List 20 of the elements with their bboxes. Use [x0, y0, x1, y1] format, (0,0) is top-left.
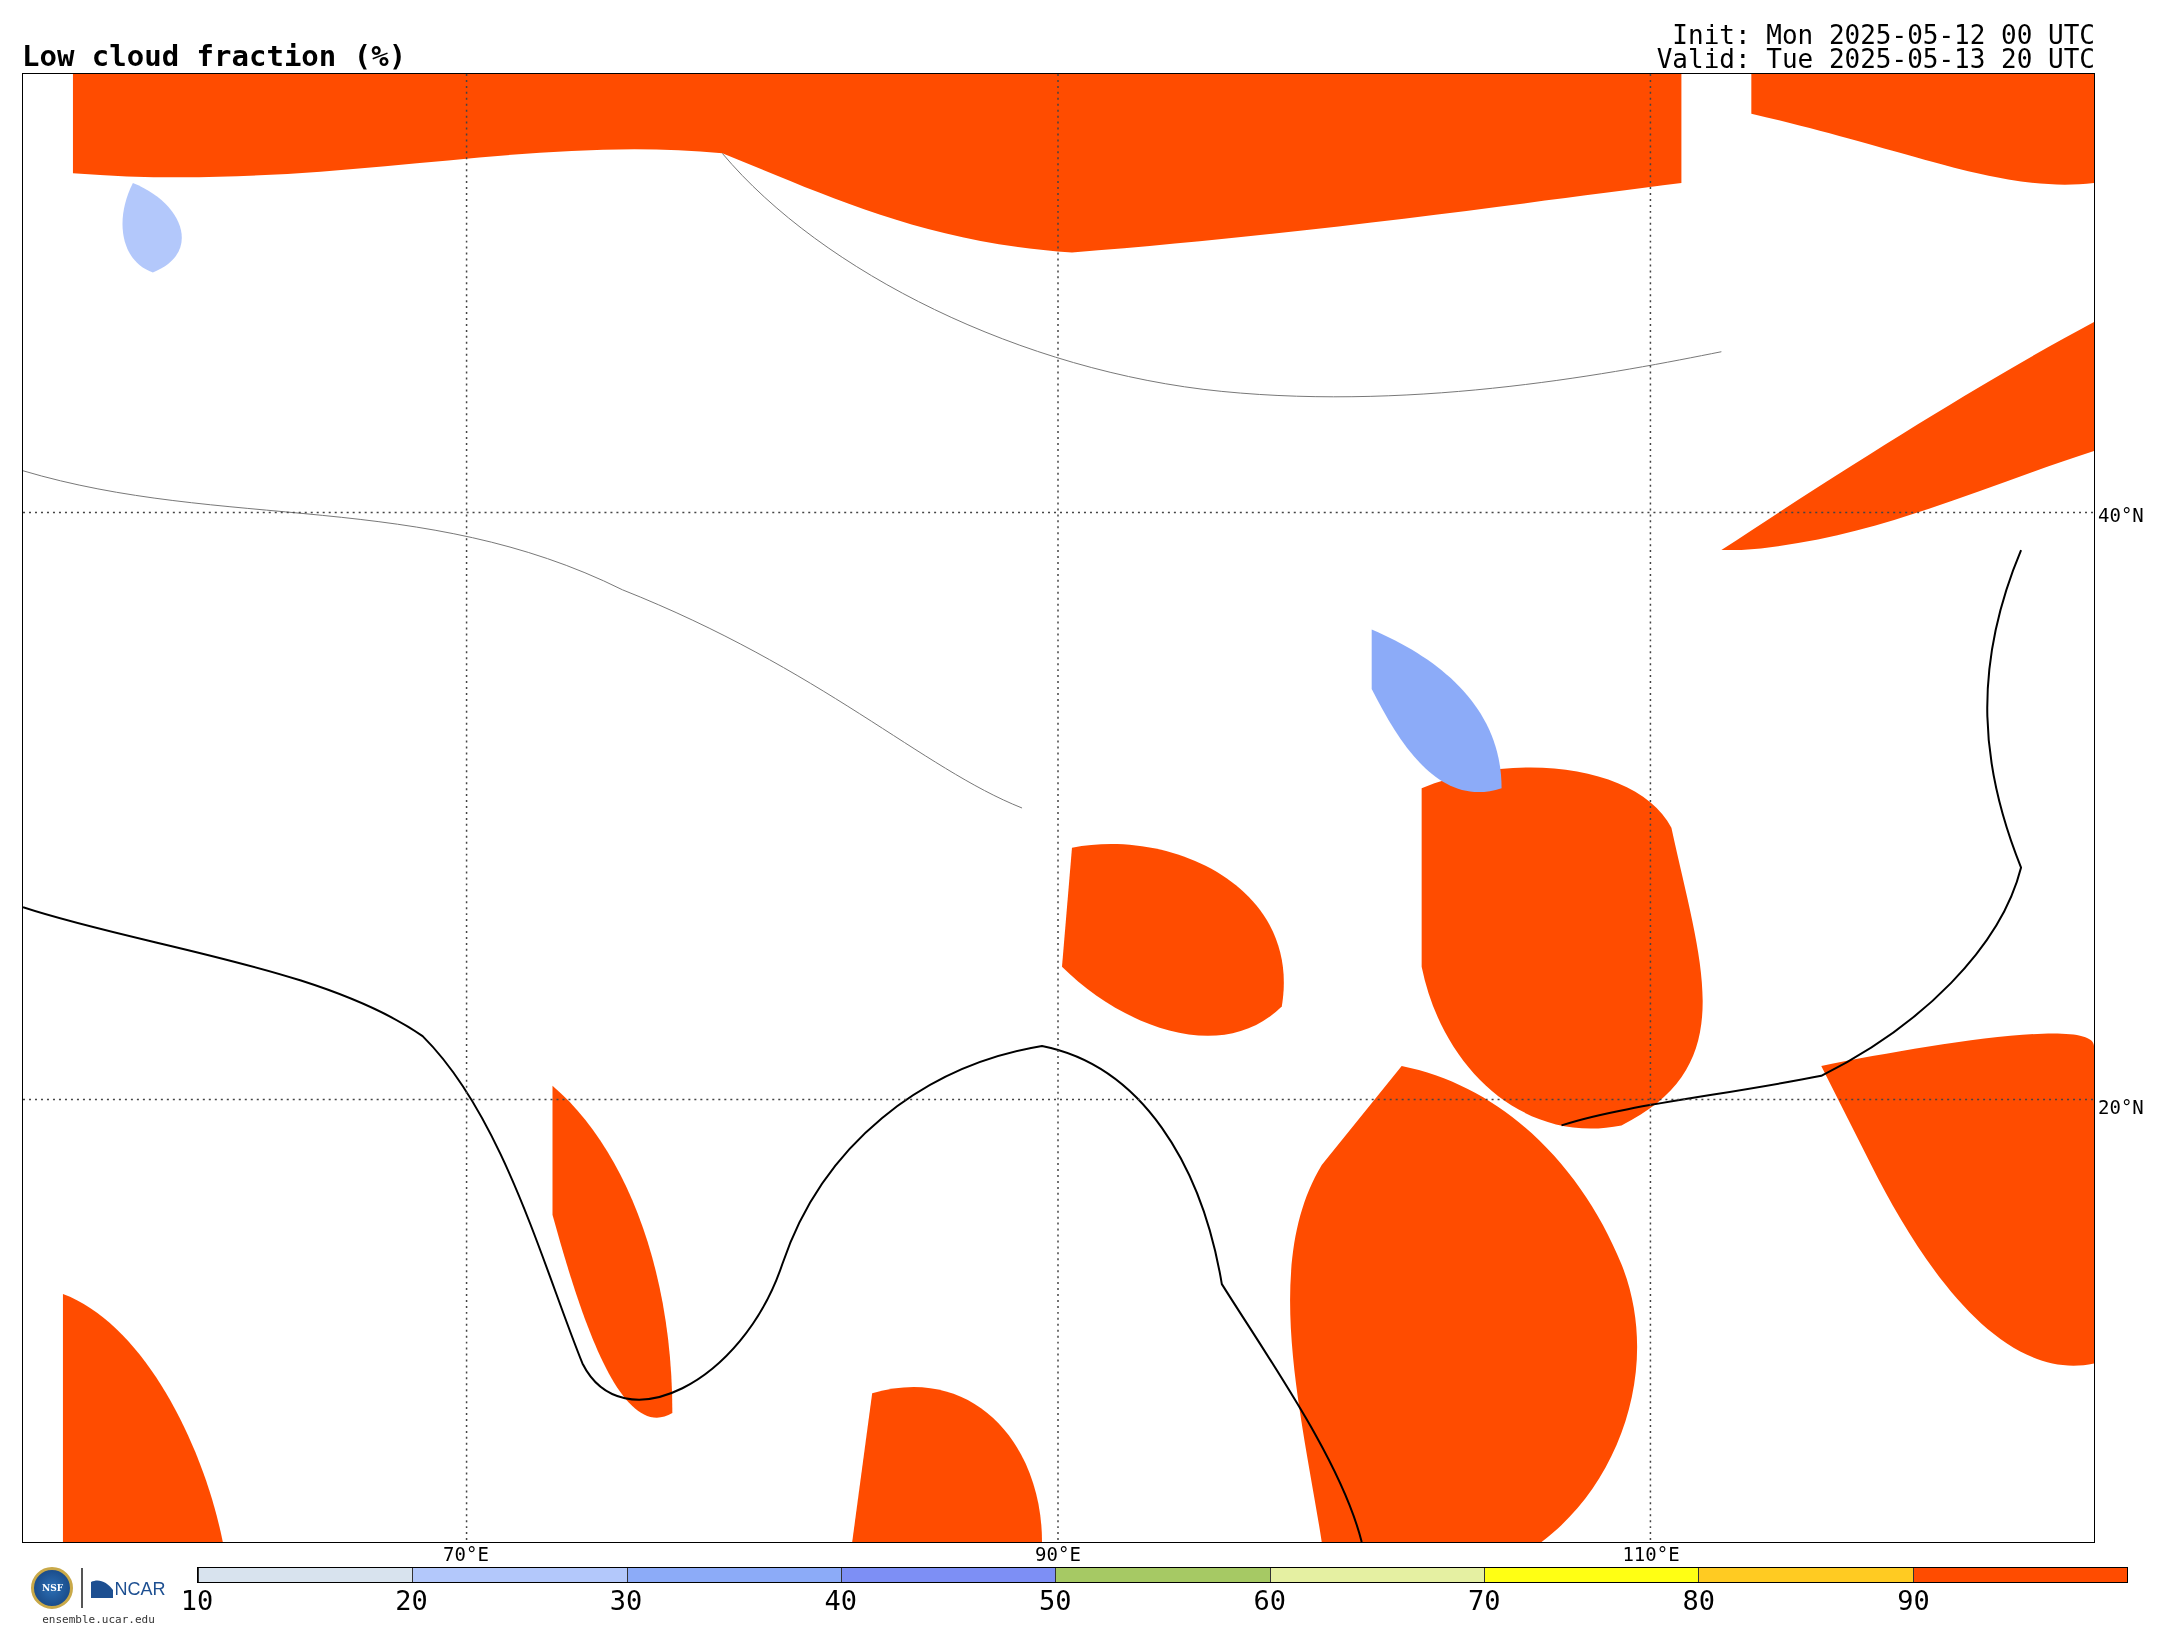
latitude-label: 40°N	[2098, 505, 2144, 525]
colorbar-tick-label: 40	[824, 1587, 857, 1614]
colorbar-tick-label: 90	[1897, 1587, 1930, 1614]
colorbar-tick-label: 80	[1682, 1587, 1716, 1614]
colorbar-tick-label: 70	[1468, 1587, 1501, 1614]
colorbar-tick-label: 20	[395, 1587, 428, 1614]
colorbar-tick-label: 60	[1253, 1587, 1286, 1614]
init-time: Init: Mon 2025-05-12 00 UTC	[1672, 23, 2095, 47]
longitude-label: 110°E	[1622, 1545, 1680, 1564]
latitude-label: 20°N	[2098, 1097, 2144, 1117]
colorbar-tick-label: 10	[180, 1587, 214, 1614]
colorbar-tick-label: 30	[609, 1587, 643, 1614]
valid-time: Valid: Tue 2025-05-13 20 UTC	[1656, 47, 2095, 71]
site-address: ensemble.ucar.edu	[42, 1613, 155, 1626]
longitude-label: 70°E	[443, 1545, 489, 1564]
ncar-logo: NCAR	[91, 1578, 166, 1598]
plot-title: Low cloud fraction (%)	[22, 42, 407, 71]
colorbar-tick-label: 50	[1038, 1587, 1072, 1614]
nsf-logo: NSF	[31, 1567, 74, 1609]
longitude-label: 90°E	[1035, 1545, 1081, 1564]
